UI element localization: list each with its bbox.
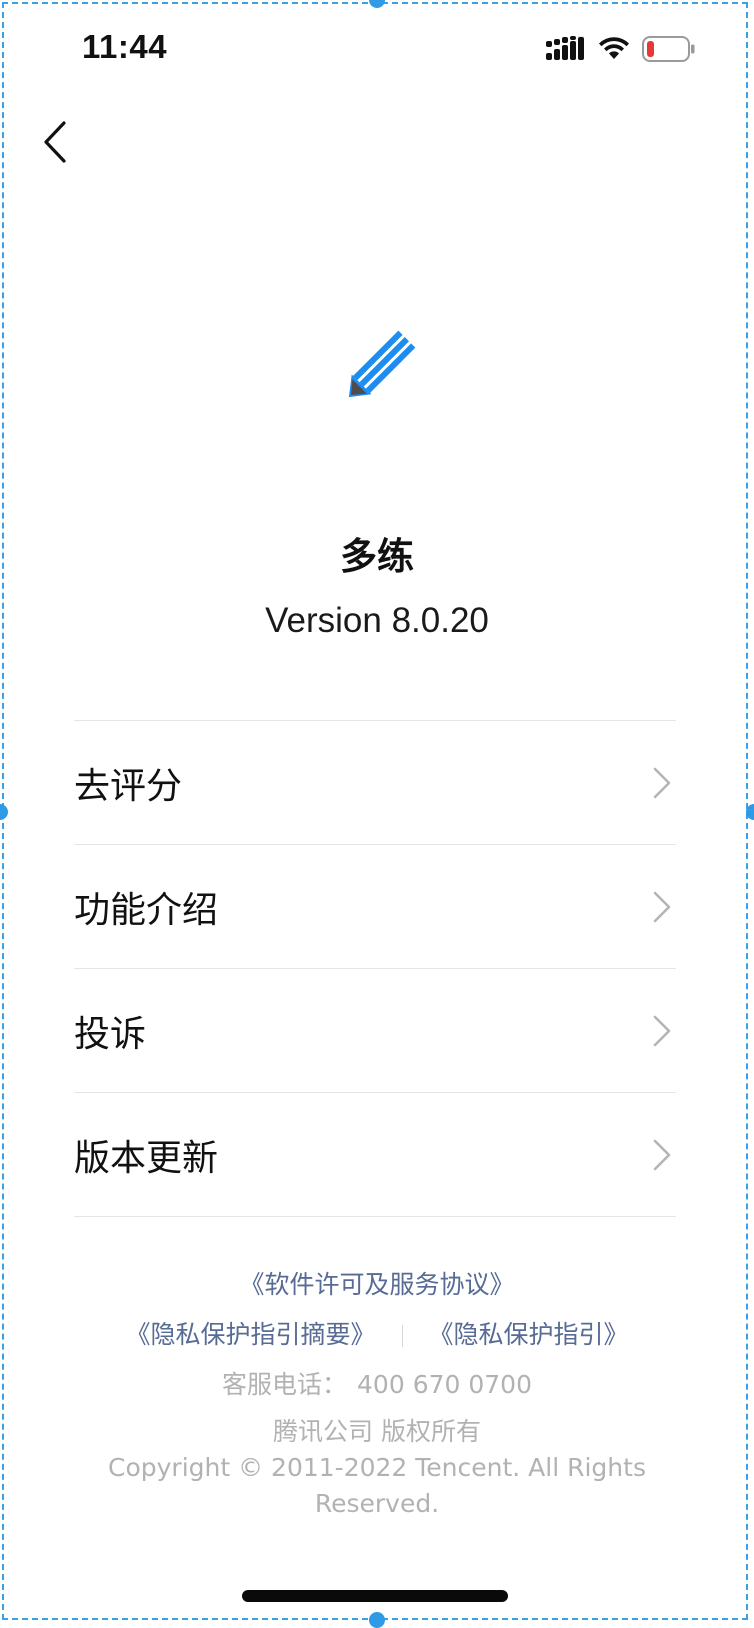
privacy-link[interactable]: 《隐私保护指引》 <box>429 1320 629 1349</box>
home-indicator[interactable] <box>242 1590 508 1602</box>
app-logo <box>330 316 430 416</box>
app-name: 多练 <box>0 526 754 580</box>
hotline-label: 客服电话： <box>222 1360 347 1410</box>
pencil-icon <box>330 316 430 416</box>
menu-item-label: 版本更新 <box>74 1129 218 1181</box>
menu-item-complaint[interactable]: 投诉 <box>74 969 676 1093</box>
link-divider <box>402 1325 403 1347</box>
resize-handle-bottom[interactable] <box>369 1612 385 1628</box>
chevron-right-icon <box>650 1013 674 1049</box>
company-rights: 腾讯公司 版权所有 <box>80 1414 674 1450</box>
copyright-block: 腾讯公司 版权所有 Copyright © 2011-2022 Tencent.… <box>80 1414 674 1522</box>
privacy-row: 《隐私保护指引摘要》 《隐私保护指引》 <box>0 1310 754 1360</box>
legal-links: 《软件许可及服务协议》 《隐私保护指引摘要》 《隐私保护指引》 客服电话： 400… <box>0 1260 754 1410</box>
license-row: 《软件许可及服务协议》 <box>0 1260 754 1310</box>
cellular-signal-icon <box>546 36 586 62</box>
copyright-text: Copyright © 2011-2022 Tencent. All Right… <box>80 1450 674 1522</box>
chevron-right-icon <box>650 1137 674 1173</box>
resize-handle-right[interactable] <box>746 804 754 820</box>
chevron-left-icon <box>42 121 68 163</box>
status-icons <box>546 36 696 62</box>
status-bar: 11:44 <box>0 0 754 100</box>
status-time: 11:44 <box>82 28 167 66</box>
license-link[interactable]: 《软件许可及服务协议》 <box>239 1270 514 1299</box>
chevron-right-icon <box>650 889 674 925</box>
back-button[interactable] <box>30 112 80 172</box>
menu-item-label: 投诉 <box>74 1005 146 1057</box>
menu-item-rate[interactable]: 去评分 <box>74 721 676 845</box>
menu-item-label: 去评分 <box>74 757 182 809</box>
resize-handle-left[interactable] <box>0 804 8 820</box>
privacy-summary-link[interactable]: 《隐私保护指引摘要》 <box>125 1320 375 1349</box>
app-version: Version 8.0.20 <box>0 601 754 641</box>
menu-item-update[interactable]: 版本更新 <box>74 1093 676 1217</box>
settings-menu: 去评分 功能介绍 投诉 版本更新 <box>74 720 676 1217</box>
menu-item-features[interactable]: 功能介绍 <box>74 845 676 969</box>
support-hotline: 客服电话： 400 670 0700 <box>0 1360 754 1410</box>
wifi-icon <box>598 37 630 61</box>
menu-item-label: 功能介绍 <box>74 881 218 933</box>
chevron-right-icon <box>650 765 674 801</box>
battery-low-icon <box>642 36 696 62</box>
hotline-number: 400 670 0700 <box>357 1360 532 1410</box>
